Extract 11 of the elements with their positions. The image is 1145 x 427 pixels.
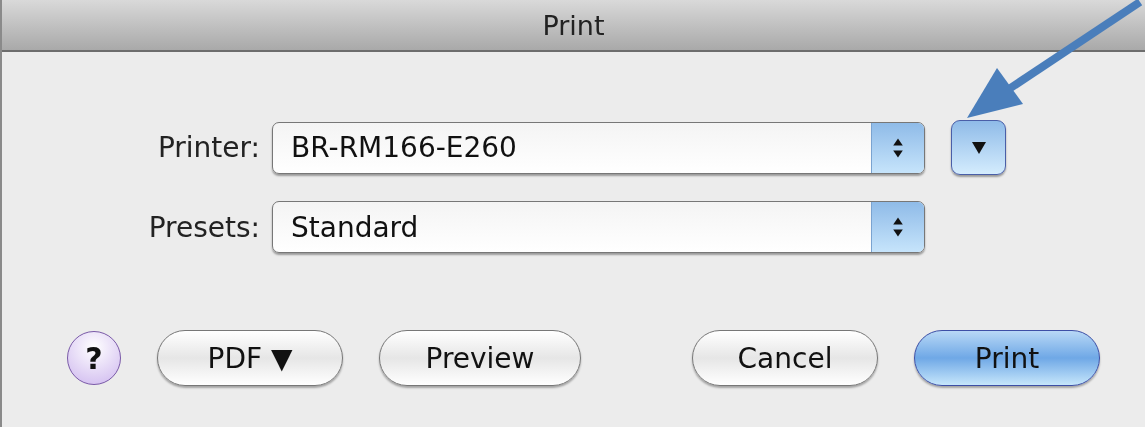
dialog-button[interactable]: Print [914, 330, 1100, 386]
field-label: Printer: [156, 131, 260, 164]
dialog-button[interactable]: Cancel [692, 330, 878, 386]
window-title: Print [542, 9, 605, 41]
field-label: Presets: [147, 210, 260, 244]
dialog-button[interactable]: Preview [379, 330, 581, 386]
help-button[interactable]: ? [67, 331, 121, 385]
printer-popup[interactable]: BR-RM166-E260 [272, 121, 925, 174]
disclosure-button[interactable] [951, 120, 1006, 175]
dialog-button[interactable]: PDF ▼ [157, 330, 343, 386]
presets-popup[interactable]: Standard [272, 201, 925, 253]
